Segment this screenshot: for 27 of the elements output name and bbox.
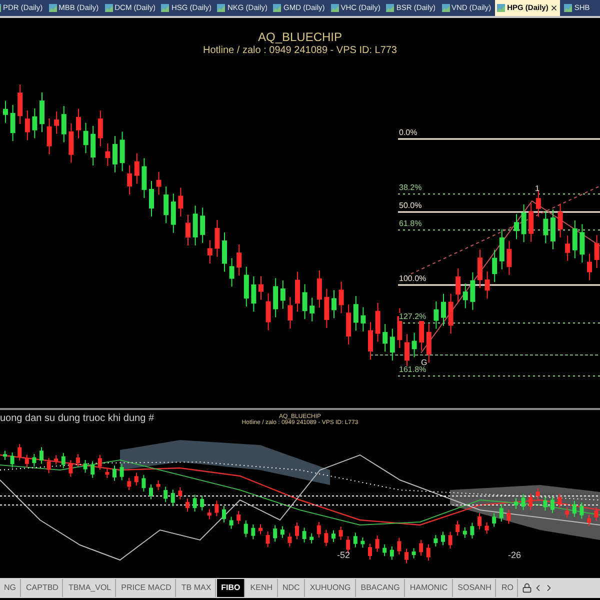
template-tab[interactable]: RO: [497, 579, 518, 597]
fib-level-label: 127.2%: [399, 313, 426, 321]
wave-label: 1: [535, 185, 540, 193]
fib-level-label: 50.0%: [399, 202, 422, 210]
template-tab[interactable]: NG: [0, 579, 21, 597]
fib-level-label: 61.8%: [399, 220, 422, 228]
template-tab[interactable]: HAMONIC: [406, 579, 453, 597]
fib-level-label: 38.2%: [399, 184, 422, 192]
template-tab[interactable]: NDC: [278, 579, 305, 597]
chart-subtitle: Hotline / zalo : 0949 241089 - VPS ID: L773: [202, 45, 397, 58]
fib-level-label: 0.0%: [399, 129, 418, 137]
template-tab[interactable]: KENH: [246, 579, 278, 597]
template-tab[interactable]: TB MAX: [177, 579, 216, 597]
template-tab[interactable]: XUHUONG: [306, 579, 356, 597]
fib-level-label: 161.8%: [399, 366, 426, 374]
template-tab[interactable]: TBMA_VOL: [64, 579, 116, 597]
chart-title: AQ_BLUECHIP: [258, 30, 342, 45]
template-tab[interactable]: BBACANG: [356, 579, 405, 597]
axis-label: -26: [508, 549, 522, 562]
wave-label: G: [421, 359, 428, 367]
template-tab[interactable]: FIBO: [217, 579, 246, 597]
axis-label: -52: [337, 549, 350, 562]
fib-level-label: 100.0%: [399, 275, 426, 283]
template-tab[interactable]: SOSANH: [454, 579, 496, 597]
template-tab[interactable]: PRICE MACD: [117, 579, 176, 597]
template-tab[interactable]: CAPTBD: [22, 579, 64, 597]
notice-text: uong dan su dung truoc khi dung #: [0, 412, 154, 426]
